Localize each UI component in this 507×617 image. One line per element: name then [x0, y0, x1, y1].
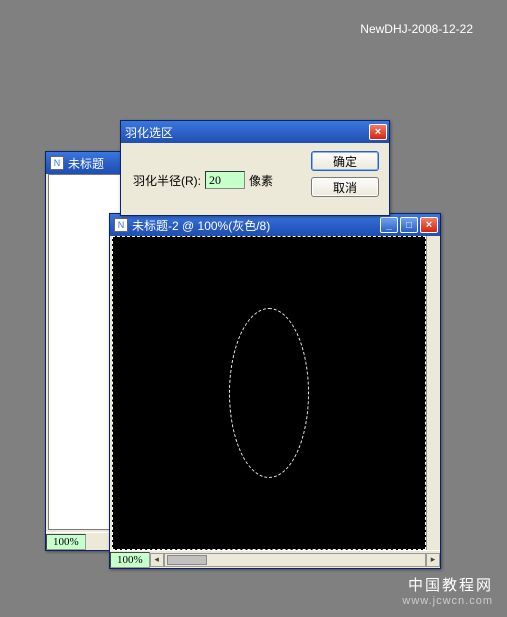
horizontal-scrollbar[interactable] — [164, 553, 426, 567]
selection-marquee — [229, 308, 309, 478]
statusbar: 100% ◂ ▸ — [110, 550, 440, 568]
dialog-body: 羽化半径(R): 像素 确定 取消 — [121, 143, 389, 215]
watermark-site-url: www.jcwcn.com — [402, 595, 493, 607]
dialog-buttons: 确定 取消 — [311, 151, 379, 197]
radius-field-group: 羽化半径(R): 像素 — [133, 153, 273, 207]
close-button[interactable]: × — [420, 217, 438, 233]
dialog-title: 羽化选区 — [125, 124, 365, 141]
ok-button[interactable]: 确定 — [311, 151, 379, 171]
minimize-button[interactable]: _ — [380, 217, 398, 233]
canvas[interactable] — [112, 236, 426, 550]
watermark-top: NewDHJ-2008-12-22 — [360, 22, 473, 36]
watermark-bottom: 中国教程网 www.jcwcn.com — [402, 574, 493, 607]
document-window-front: N 未标题-2 @ 100%(灰色/8) _ □ × 100% ◂ ▸ — [109, 213, 441, 569]
radius-label: 羽化半径(R): — [133, 172, 201, 189]
watermark-site-name: 中国教程网 — [402, 574, 493, 595]
close-button[interactable]: × — [369, 124, 387, 140]
vertical-scrollbar[interactable] — [426, 236, 438, 550]
dialog-titlebar[interactable]: 羽化选区 × — [121, 121, 389, 143]
unit-label: 像素 — [249, 172, 273, 189]
radius-input[interactable] — [205, 171, 245, 189]
zoom-level[interactable]: 100% — [110, 552, 150, 568]
scroll-thumb[interactable] — [167, 555, 207, 565]
scroll-right-icon[interactable]: ▸ — [426, 553, 440, 567]
maximize-button[interactable]: □ — [400, 217, 418, 233]
cancel-button[interactable]: 取消 — [311, 177, 379, 197]
feather-dialog: 羽化选区 × 羽化半径(R): 像素 确定 取消 — [120, 120, 390, 216]
title-controls: _ □ × — [380, 217, 438, 233]
zoom-level[interactable]: 100% — [46, 534, 86, 550]
scroll-left-icon[interactable]: ◂ — [150, 553, 164, 567]
title-controls: × — [369, 124, 387, 140]
titlebar[interactable]: N 未标题-2 @ 100%(灰色/8) _ □ × — [110, 214, 440, 236]
window-title: 未标题-2 @ 100%(灰色/8) — [132, 217, 376, 234]
app-icon: N — [114, 218, 128, 232]
app-icon: N — [50, 156, 64, 170]
